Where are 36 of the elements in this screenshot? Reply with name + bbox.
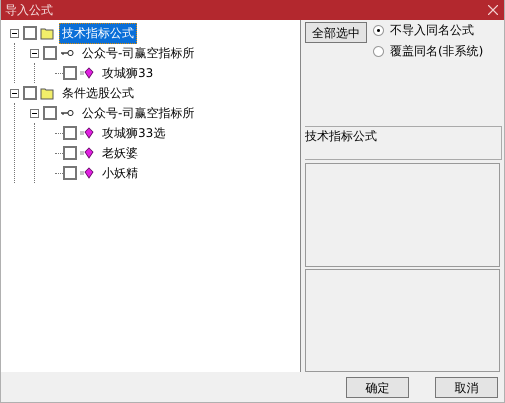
info-label: 技术指标公式	[305, 126, 502, 160]
radio-button[interactable]	[373, 46, 384, 57]
tree-item[interactable]: 小妖精	[99, 162, 141, 184]
tree-item[interactable]: 攻城狮33	[99, 62, 156, 84]
checkbox[interactable]	[63, 146, 77, 160]
tree-item[interactable]: 老妖婆	[99, 142, 141, 164]
diamond-icon	[80, 166, 94, 180]
dialog-button[interactable]: 确定	[346, 376, 409, 398]
dialog-button[interactable]: 取消	[435, 376, 498, 398]
radio-button[interactable]	[373, 25, 384, 36]
expander-icon[interactable]	[10, 28, 18, 38]
checkbox[interactable]	[43, 106, 57, 120]
checkbox[interactable]	[43, 46, 57, 60]
checkbox[interactable]	[63, 126, 77, 140]
select-all-button[interactable]: 全部选中	[305, 22, 367, 43]
tree-item[interactable]: 公众号-司赢空指标所	[79, 42, 198, 64]
checkbox[interactable]	[23, 26, 37, 40]
expander-icon[interactable]	[30, 108, 38, 118]
close-icon[interactable]	[488, 5, 498, 15]
tree-item[interactable]: 技术指标公式	[59, 22, 137, 44]
diamond-icon	[80, 66, 94, 80]
window-title: 导入公式	[5, 2, 53, 18]
option-label[interactable]: 覆盖同名(非系统)	[390, 43, 484, 60]
expander-icon[interactable]	[10, 88, 18, 98]
folder-icon	[40, 26, 54, 40]
tree-item[interactable]: 公众号-司赢空指标所	[79, 102, 198, 124]
checkbox[interactable]	[23, 86, 37, 100]
option-label[interactable]: 不导入同名公式	[390, 22, 474, 39]
tree-item[interactable]: 条件选股公式	[59, 82, 137, 104]
folder-icon	[40, 86, 54, 100]
checkbox[interactable]	[63, 66, 77, 80]
expander-icon[interactable]	[30, 48, 38, 58]
diamond-icon	[80, 146, 94, 160]
checkbox[interactable]	[63, 166, 77, 180]
tree-item[interactable]: 攻城狮33选	[99, 122, 168, 144]
diamond-icon	[80, 126, 94, 140]
